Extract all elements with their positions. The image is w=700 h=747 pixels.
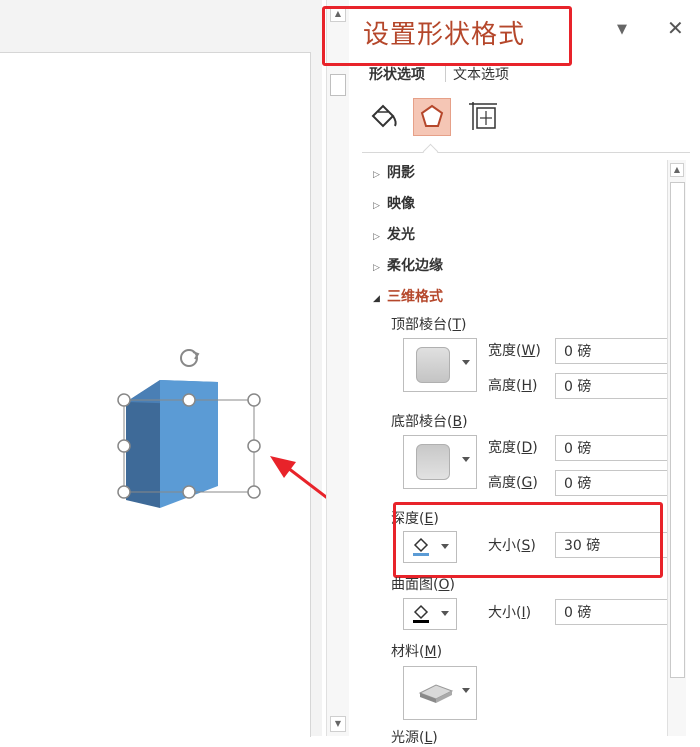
section-3d-format[interactable]: ◢ 三维格式 (373, 286, 443, 306)
section-soft-edges[interactable]: ▷ 柔化边缘 (373, 255, 443, 275)
section-reflection-label: 映像 (387, 196, 415, 212)
bottom-bevel-gallery[interactable] (403, 435, 477, 489)
contour-color-button[interactable] (403, 598, 457, 630)
effects-tab-box[interactable] (413, 98, 451, 136)
tab-shape-options[interactable]: 形状选项 (369, 64, 425, 84)
bottom-bevel-width-key: D (521, 440, 533, 456)
section-glow[interactable]: ▷ 发光 (373, 224, 415, 244)
expand-icon: ▷ (373, 170, 380, 180)
top-bevel-width-input[interactable]: 0 磅 (555, 338, 671, 364)
section-shadow-label: 阴影 (387, 165, 415, 181)
dropdown-arrow-icon (462, 360, 470, 365)
dropdown-arrow-icon (441, 611, 449, 616)
tab-separator (445, 66, 446, 82)
contour-text: 曲面图 (391, 577, 433, 593)
paint-bucket-icon (413, 604, 429, 623)
close-icon[interactable]: ✕ (667, 16, 684, 40)
scroll-up-icon[interactable]: ▲ (670, 163, 684, 177)
bottom-bevel-width-input[interactable]: 0 磅 (555, 435, 671, 461)
top-bevel-width-label: 宽度(W) (488, 343, 541, 359)
bottom-bevel-height-input[interactable]: 0 磅 (555, 470, 671, 496)
top-bevel-width-key: W (521, 343, 536, 359)
top-bevel-height-input[interactable]: 0 磅 (555, 373, 671, 399)
pane-scrollbar[interactable]: ▲ (667, 160, 686, 736)
fill-line-icon[interactable] (367, 98, 403, 134)
expand-icon: ▷ (373, 263, 380, 273)
dropdown-arrow-icon (462, 688, 470, 693)
contour-size-key: I (521, 605, 526, 621)
expand-icon: ▷ (373, 201, 380, 211)
top-bevel-width-text: 宽度 (488, 343, 516, 359)
top-bevel-key: T (452, 317, 462, 333)
material-label: 材料(M) (391, 644, 443, 660)
top-bevel-height-key: H (521, 378, 532, 394)
tab-text-options[interactable]: 文本选项 (453, 64, 509, 84)
material-preview-icon (418, 684, 454, 703)
collapse-icon: ◢ (373, 294, 380, 304)
contour-size-input[interactable]: 0 磅 (555, 599, 671, 625)
bottom-bevel-width-text: 宽度 (488, 440, 516, 456)
top-bevel-gallery[interactable] (403, 338, 477, 392)
lighting-label: 光源(L) (391, 730, 438, 746)
bottom-bevel-text: 底部棱台 (391, 414, 447, 430)
section-reflection[interactable]: ▷ 映像 (373, 193, 415, 213)
pentagon-effects-icon (420, 104, 444, 127)
bottom-bevel-height-text: 高度 (488, 475, 516, 491)
selected-3d-shape[interactable] (110, 340, 280, 520)
format-shape-pane: 设置形状格式 ▼ ✕ 形状选项 文本选项 ▷ 阴影 ▷ 映像 ▷ 发光 ▷ 柔化边缘 ◢… (322, 0, 700, 746)
lighting-text: 光源 (391, 730, 419, 746)
lighting-key: L (424, 730, 433, 746)
pane-options-icon[interactable]: ▼ (617, 22, 627, 37)
bottom-bevel-label: 底部棱台(B) (391, 414, 468, 430)
top-bevel-label: 顶部棱台(T) (391, 317, 467, 333)
size-properties-icon[interactable] (465, 98, 501, 134)
material-key: M (424, 644, 437, 660)
section-3d-format-label: 三维格式 (387, 289, 443, 305)
section-glow-label: 发光 (387, 227, 415, 243)
bevel-preview-icon (416, 444, 450, 480)
contour-size-label: 大小(I) (488, 605, 532, 621)
contour-key: O (438, 577, 450, 593)
rotate-handle[interactable] (180, 349, 200, 367)
top-bevel-text: 顶部棱台 (391, 317, 447, 333)
slide-scrollbar[interactable]: ▲ ▼ (326, 0, 349, 736)
bottom-bevel-width-label: 宽度(D) (488, 440, 538, 456)
bottom-bevel-height-label: 高度(G) (488, 475, 538, 491)
category-notch (422, 143, 439, 160)
pane-scroll-thumb[interactable] (670, 182, 685, 678)
bottom-bevel-key: B (452, 414, 463, 430)
depth-highlight-box (393, 502, 663, 578)
dropdown-arrow-icon (462, 457, 470, 462)
contour-size-text: 大小 (488, 605, 516, 621)
top-bevel-height-text: 高度 (488, 378, 516, 394)
pane-title: 设置形状格式 (363, 20, 526, 50)
expand-icon: ▷ (373, 232, 380, 242)
material-gallery[interactable] (403, 666, 477, 720)
contour-label: 曲面图(O) (391, 577, 455, 593)
section-soft-edges-label: 柔化边缘 (387, 258, 443, 274)
top-bevel-height-label: 高度(H) (488, 378, 538, 394)
section-shadow[interactable]: ▷ 阴影 (373, 162, 415, 182)
category-divider (362, 152, 690, 153)
scroll-thumb[interactable] (330, 74, 346, 96)
scroll-down-icon[interactable]: ▼ (330, 716, 346, 732)
bottom-bevel-height-key: G (521, 475, 533, 491)
material-text: 材料 (391, 644, 419, 660)
bevel-preview-icon (416, 347, 450, 383)
